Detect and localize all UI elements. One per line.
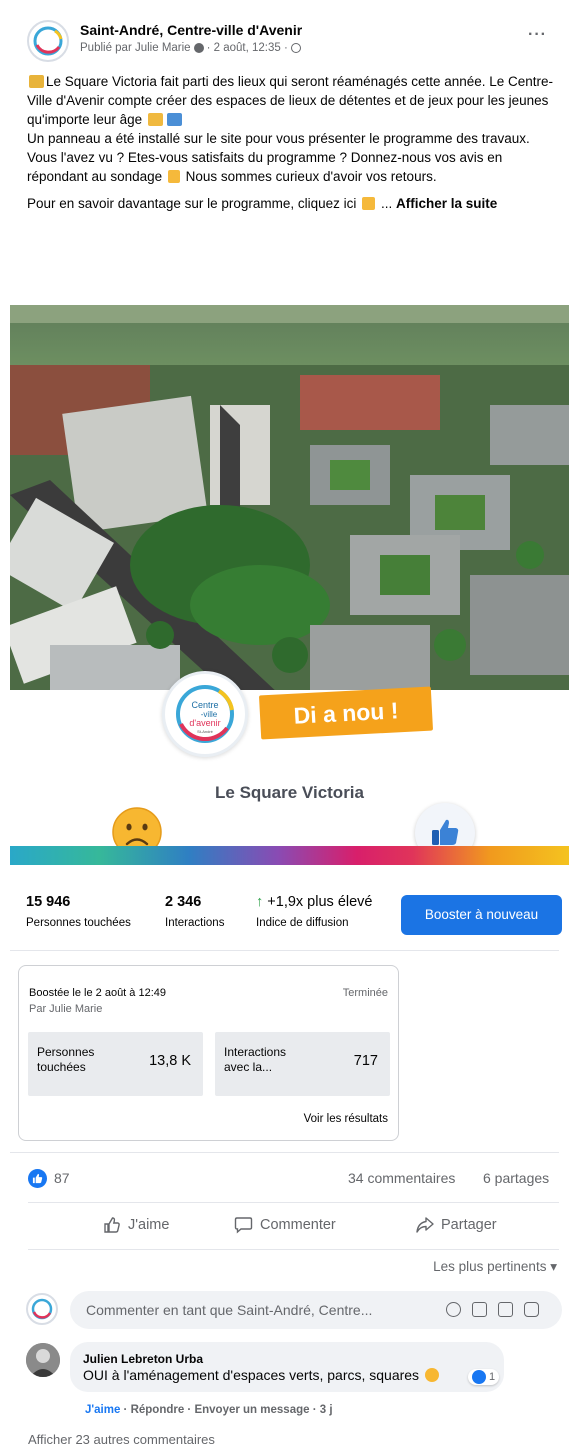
post-metrics: 15 946 Personnes touchées 2 346 Interact… xyxy=(0,884,569,944)
thumbs-up-outline-icon xyxy=(104,1217,120,1233)
user-photo-icon xyxy=(26,1343,60,1377)
comment-author[interactable]: Julien Lebreton Urba xyxy=(83,1352,203,1366)
share-button-label: Partager xyxy=(441,1217,497,1233)
post-date[interactable]: · 2 août, 12:35 · xyxy=(207,42,288,54)
post-header: Saint-André, Centre-ville d'Avenir Publi… xyxy=(0,0,569,62)
composer-avatar xyxy=(26,1293,58,1325)
square-title: Le Square Victoria xyxy=(215,783,364,802)
sticker-icon[interactable] xyxy=(524,1302,539,1317)
author-label[interactable]: Publié par Julie Marie xyxy=(80,42,191,54)
playground-emoji-icon xyxy=(147,113,163,126)
gif-icon[interactable] xyxy=(498,1302,513,1317)
boost-card: Boostée le le 2 août à 12:49 Par Julie M… xyxy=(18,965,399,1141)
interactions-box-value: 717 xyxy=(353,1053,378,1069)
interactions-value: 2 346 xyxy=(165,894,202,910)
comment-composer[interactable] xyxy=(70,1291,562,1329)
centre-ville-badge: Centre -ville d'avenir St-André xyxy=(162,671,248,757)
more-comments-link[interactable]: Afficher 23 autres commentaires xyxy=(28,1432,215,1447)
centre-ville-badge-icon: Centre -ville d'avenir St-André xyxy=(176,685,234,743)
share-arrow-icon xyxy=(416,1217,434,1233)
point-right-emoji-icon xyxy=(362,197,376,210)
rainbow-band xyxy=(10,846,569,865)
centre-ville-logo-icon xyxy=(31,1298,53,1320)
comment-like-link[interactable]: J'aime xyxy=(85,1404,120,1416)
divider xyxy=(28,1249,559,1250)
aerial-photo xyxy=(10,305,569,690)
comment-avatar[interactable] xyxy=(26,1343,60,1377)
share-button[interactable]: Partager xyxy=(415,1216,497,1234)
comment-text: OUI à l'aménagement d'espaces verts, par… xyxy=(83,1367,441,1383)
post-paragraph-2b: Nous sommes curieux d'avoir vos retours. xyxy=(185,169,437,184)
arrow-up-icon: ↑ xyxy=(256,894,264,910)
emoji-icon[interactable] xyxy=(446,1302,461,1317)
comment-button-label: Commenter xyxy=(260,1217,336,1233)
logo-text-3: d'avenir xyxy=(189,718,220,728)
spread-value-text: +1,9x plus élevé xyxy=(267,894,373,910)
boost-status: Terminée xyxy=(342,987,388,999)
comments-count[interactable]: 34 commentaires xyxy=(348,1170,455,1186)
reactions-row: 87 34 commentaires 6 partages xyxy=(0,1166,569,1196)
chevron-down-icon: ▾ xyxy=(550,1259,557,1274)
post-paragraph-3: Pour en savoir davantage sur le programm… xyxy=(27,196,357,211)
post-text: Le Square Victoria fait parti des lieux … xyxy=(27,72,559,221)
shares-count[interactable]: 6 partages xyxy=(483,1170,549,1186)
globe-icon xyxy=(290,43,301,53)
like-reaction-icon xyxy=(472,1370,486,1384)
comment-reaction-count: 1 xyxy=(489,1371,496,1383)
boost-again-button[interactable]: Booster à nouveau xyxy=(401,895,562,935)
construction-emoji-icon xyxy=(29,75,44,88)
interactions-box-label: Interactions avec la... xyxy=(224,1045,287,1074)
interactions-box: Interactions avec la... 717 xyxy=(215,1032,390,1096)
sort-label: Les plus pertinents xyxy=(433,1259,547,1274)
camera-icon[interactable] xyxy=(472,1302,487,1317)
like-button[interactable]: J'aime xyxy=(103,1216,169,1234)
park-emoji-icon xyxy=(166,113,182,126)
see-more-link[interactable]: Afficher la suite xyxy=(396,196,497,211)
people-reached-label: Personnes touchées xyxy=(37,1045,95,1074)
reach-value: 15 946 xyxy=(26,894,71,910)
post-image[interactable]: Centre -ville d'avenir St-André Di a nou… xyxy=(10,305,569,865)
comment-sort-dropdown[interactable]: Les plus pertinents ▾ xyxy=(433,1259,557,1275)
page-avatar[interactable] xyxy=(27,20,69,62)
comment-bubble: Julien Lebreton Urba OUI à l'aménagement… xyxy=(70,1342,504,1392)
more-options-icon[interactable]: ··· xyxy=(528,26,547,44)
post-paragraph-1: Le Square Victoria fait parti des lieux … xyxy=(27,74,554,127)
comment-actions: J'aime · Répondre · Envoyer un message ·… xyxy=(85,1404,333,1416)
people-reached-box: Personnes touchées 13,8 K xyxy=(28,1032,203,1096)
view-results-link[interactable]: Voir les résultats xyxy=(304,1113,388,1125)
like-count[interactable]: 87 xyxy=(54,1170,70,1186)
divider xyxy=(10,1152,559,1153)
comment-meta[interactable]: · Répondre · Envoyer un message · 3 j xyxy=(120,1404,333,1416)
like-button-label: J'aime xyxy=(128,1217,170,1233)
info-icon xyxy=(193,43,204,53)
people-reached-value: 13,8 K xyxy=(149,1053,191,1069)
comment-input[interactable] xyxy=(86,1291,431,1329)
divider xyxy=(10,950,559,951)
divider xyxy=(28,1202,559,1203)
boost-by: Par Julie Marie xyxy=(29,1003,103,1015)
post-meta: Publié par Julie Marie · 2 août, 12:35 · xyxy=(80,42,301,54)
interactions-label: Interactions xyxy=(165,917,225,929)
comment-button[interactable]: Commenter xyxy=(234,1216,336,1234)
spread-value: ↑ +1,9x plus élevé xyxy=(256,894,372,910)
logo-text-1: Centre xyxy=(191,700,218,710)
composer-icons xyxy=(446,1302,539,1317)
like-reaction-icon[interactable] xyxy=(28,1169,47,1188)
centre-ville-logo-icon xyxy=(33,26,63,56)
boost-date: Boostée le le 2 août à 12:49 xyxy=(29,987,166,999)
smile-emoji-icon xyxy=(424,1368,439,1382)
comment-reaction[interactable]: 1 xyxy=(468,1369,500,1385)
comment-text-body: OUI à l'aménagement d'espaces verts, par… xyxy=(83,1367,420,1383)
page-name[interactable]: Saint-André, Centre-ville d'Avenir xyxy=(80,22,302,38)
reach-label: Personnes touchées xyxy=(26,917,131,929)
logo-text-4: St-André xyxy=(197,729,214,734)
point-down-emoji-icon xyxy=(167,170,180,183)
spread-label: Indice de diffusion xyxy=(256,917,349,929)
ellipsis: ... xyxy=(380,196,393,211)
di-a-nou-banner: Di a nou ! xyxy=(258,686,434,740)
comment-bubble-icon xyxy=(234,1217,253,1234)
actions-row: J'aime Commenter Partager xyxy=(0,1212,569,1246)
